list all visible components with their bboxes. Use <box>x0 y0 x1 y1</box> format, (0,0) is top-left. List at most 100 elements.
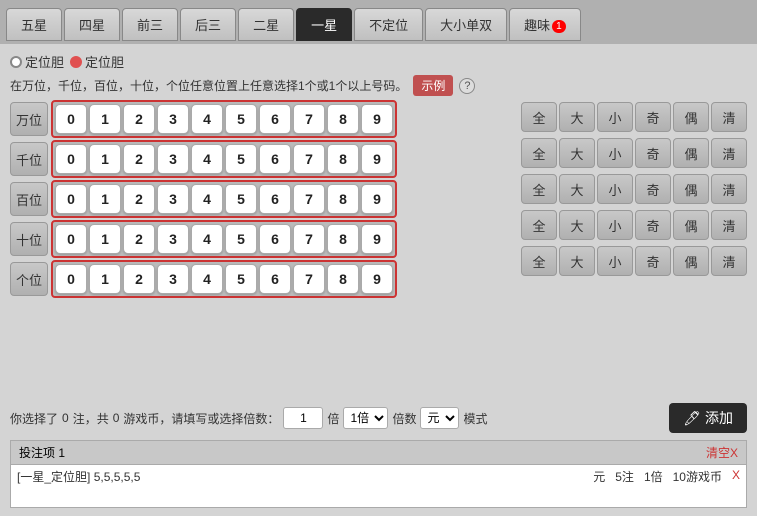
num-gewei-8[interactable]: 8 <box>327 264 359 294</box>
num-wanwei-8[interactable]: 8 <box>327 104 359 134</box>
row-label-shiwei[interactable]: 十位 <box>10 222 48 256</box>
radio-option-1[interactable]: 定位胆 <box>10 52 64 71</box>
row-label-baiwei[interactable]: 百位 <box>10 182 48 216</box>
attr-da-2[interactable]: 大 <box>559 138 595 168</box>
attr-qing-2[interactable]: 清 <box>711 138 747 168</box>
row-label-gewei[interactable]: 个位 <box>10 262 48 296</box>
num-wanwei-2[interactable]: 2 <box>123 104 155 134</box>
num-baiwei-2[interactable]: 2 <box>123 184 155 214</box>
num-baiwei-0[interactable]: 0 <box>55 184 87 214</box>
attr-qi-2[interactable]: 奇 <box>635 138 671 168</box>
num-baiwei-4[interactable]: 4 <box>191 184 223 214</box>
num-baiwei-6[interactable]: 6 <box>259 184 291 214</box>
attr-xiao-1[interactable]: 小 <box>597 102 633 132</box>
currency-select[interactable]: 元 角 <box>420 407 459 429</box>
num-wanwei-1[interactable]: 1 <box>89 104 121 134</box>
attr-ou-4[interactable]: 偶 <box>673 210 709 240</box>
help-icon[interactable]: ? <box>459 78 475 94</box>
num-qianwei-8[interactable]: 8 <box>327 144 359 174</box>
num-wanwei-0[interactable]: 0 <box>55 104 87 134</box>
num-qianwei-5[interactable]: 5 <box>225 144 257 174</box>
tab-sixing[interactable]: 四星 <box>64 8 120 41</box>
example-button[interactable]: 示例 <box>413 75 453 96</box>
num-shiwei-5[interactable]: 5 <box>225 224 257 254</box>
multiplier-input[interactable] <box>283 407 323 429</box>
num-gewei-2[interactable]: 2 <box>123 264 155 294</box>
num-gewei-4[interactable]: 4 <box>191 264 223 294</box>
num-qianwei-9[interactable]: 9 <box>361 144 393 174</box>
num-qianwei-6[interactable]: 6 <box>259 144 291 174</box>
tab-housan[interactable]: 后三 <box>180 8 236 41</box>
num-qianwei-0[interactable]: 0 <box>55 144 87 174</box>
row-label-qianwei[interactable]: 千位 <box>10 142 48 176</box>
num-baiwei-8[interactable]: 8 <box>327 184 359 214</box>
tab-wuxing[interactable]: 五星 <box>6 8 62 41</box>
num-shiwei-0[interactable]: 0 <box>55 224 87 254</box>
num-shiwei-8[interactable]: 8 <box>327 224 359 254</box>
attr-da-5[interactable]: 大 <box>559 246 595 276</box>
attr-quan-4[interactable]: 全 <box>521 210 557 240</box>
clear-button[interactable]: 清空X <box>706 444 738 461</box>
radio-option-2[interactable]: 定位胆 <box>70 52 124 71</box>
num-wanwei-9[interactable]: 9 <box>361 104 393 134</box>
attr-qi-1[interactable]: 奇 <box>635 102 671 132</box>
num-qianwei-2[interactable]: 2 <box>123 144 155 174</box>
attr-ou-5[interactable]: 偶 <box>673 246 709 276</box>
num-gewei-5[interactable]: 5 <box>225 264 257 294</box>
attr-ou-1[interactable]: 偶 <box>673 102 709 132</box>
num-shiwei-3[interactable]: 3 <box>157 224 189 254</box>
num-gewei-7[interactable]: 7 <box>293 264 325 294</box>
attr-qing-5[interactable]: 清 <box>711 246 747 276</box>
num-qianwei-4[interactable]: 4 <box>191 144 223 174</box>
num-baiwei-9[interactable]: 9 <box>361 184 393 214</box>
attr-qi-3[interactable]: 奇 <box>635 174 671 204</box>
num-gewei-1[interactable]: 1 <box>89 264 121 294</box>
attr-qi-4[interactable]: 奇 <box>635 210 671 240</box>
attr-qing-1[interactable]: 清 <box>711 102 747 132</box>
num-wanwei-4[interactable]: 4 <box>191 104 223 134</box>
attr-qing-4[interactable]: 清 <box>711 210 747 240</box>
tab-erxing[interactable]: 二星 <box>238 8 294 41</box>
attr-qi-5[interactable]: 奇 <box>635 246 671 276</box>
num-wanwei-6[interactable]: 6 <box>259 104 291 134</box>
times-select[interactable]: 1倍 2倍 3倍 <box>343 407 388 429</box>
attr-xiao-3[interactable]: 小 <box>597 174 633 204</box>
tab-yixing[interactable]: 一星 <box>296 8 352 41</box>
num-gewei-3[interactable]: 3 <box>157 264 189 294</box>
num-wanwei-3[interactable]: 3 <box>157 104 189 134</box>
attr-quan-3[interactable]: 全 <box>521 174 557 204</box>
attr-da-3[interactable]: 大 <box>559 174 595 204</box>
num-shiwei-6[interactable]: 6 <box>259 224 291 254</box>
attr-ou-3[interactable]: 偶 <box>673 174 709 204</box>
num-qianwei-1[interactable]: 1 <box>89 144 121 174</box>
num-gewei-9[interactable]: 9 <box>361 264 393 294</box>
num-baiwei-5[interactable]: 5 <box>225 184 257 214</box>
add-button[interactable]: 🖊 添加 <box>669 403 747 433</box>
attr-ou-2[interactable]: 偶 <box>673 138 709 168</box>
num-gewei-6[interactable]: 6 <box>259 264 291 294</box>
attr-quan-5[interactable]: 全 <box>521 246 557 276</box>
attr-quan-1[interactable]: 全 <box>521 102 557 132</box>
attr-xiao-5[interactable]: 小 <box>597 246 633 276</box>
tab-quwei[interactable]: 趣味1 <box>509 8 581 41</box>
num-baiwei-1[interactable]: 1 <box>89 184 121 214</box>
num-shiwei-9[interactable]: 9 <box>361 224 393 254</box>
tab-daxiao[interactable]: 大小单双 <box>425 8 507 41</box>
num-shiwei-1[interactable]: 1 <box>89 224 121 254</box>
num-shiwei-4[interactable]: 4 <box>191 224 223 254</box>
num-qianwei-7[interactable]: 7 <box>293 144 325 174</box>
attr-quan-2[interactable]: 全 <box>521 138 557 168</box>
num-baiwei-3[interactable]: 3 <box>157 184 189 214</box>
num-baiwei-7[interactable]: 7 <box>293 184 325 214</box>
attr-da-1[interactable]: 大 <box>559 102 595 132</box>
row-label-wanwei[interactable]: 万位 <box>10 102 48 136</box>
attr-qing-3[interactable]: 清 <box>711 174 747 204</box>
num-wanwei-7[interactable]: 7 <box>293 104 325 134</box>
num-wanwei-5[interactable]: 5 <box>225 104 257 134</box>
attr-xiao-4[interactable]: 小 <box>597 210 633 240</box>
num-qianwei-3[interactable]: 3 <box>157 144 189 174</box>
num-shiwei-2[interactable]: 2 <box>123 224 155 254</box>
num-gewei-0[interactable]: 0 <box>55 264 87 294</box>
tab-qiansan[interactable]: 前三 <box>122 8 178 41</box>
attr-xiao-2[interactable]: 小 <box>597 138 633 168</box>
